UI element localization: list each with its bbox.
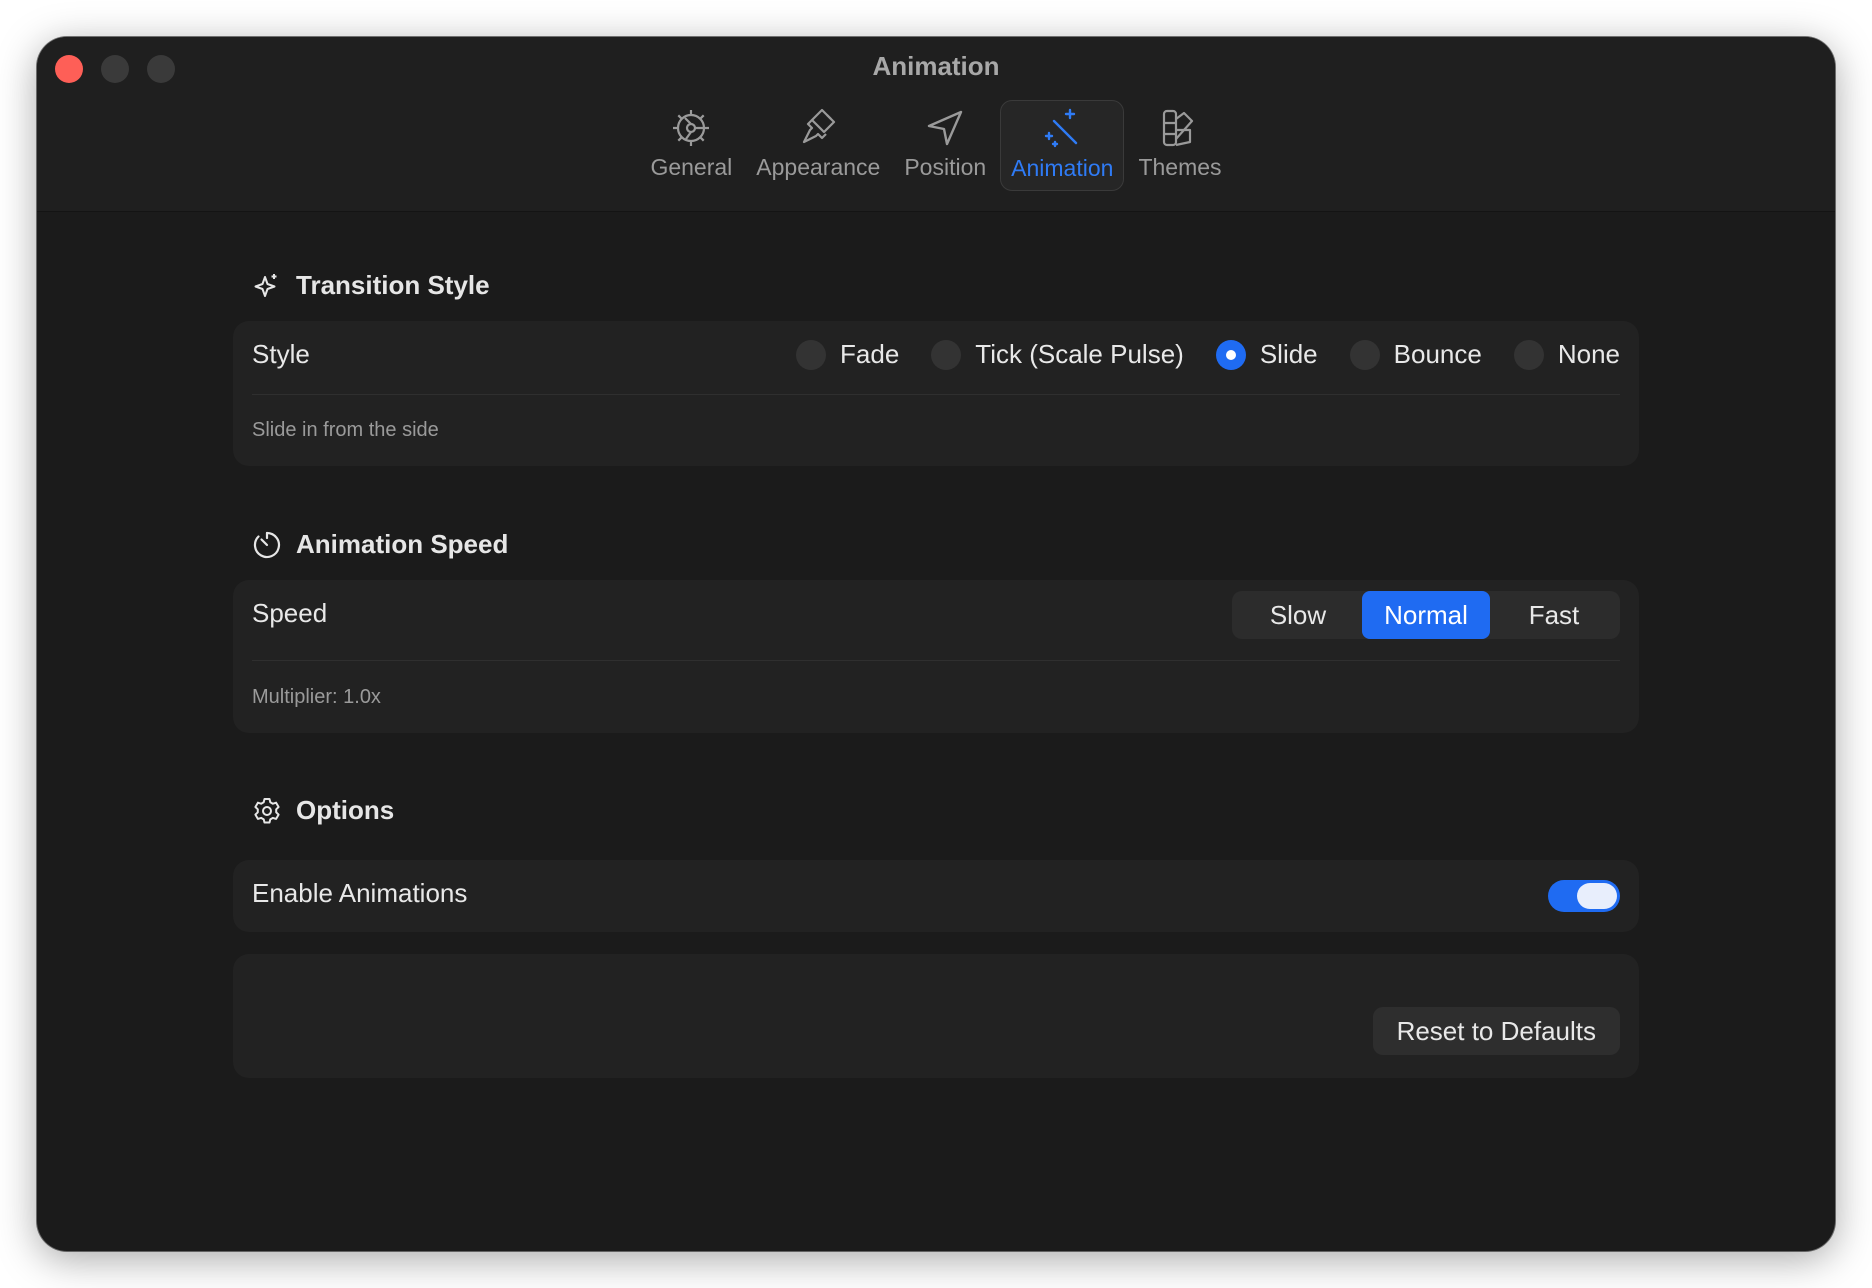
tab-label: Appearance xyxy=(756,154,881,180)
row-divider xyxy=(252,394,1620,395)
tab-themes[interactable]: Themes xyxy=(1128,100,1231,191)
toolbar-tabs: General Appearance Position Animation Th… xyxy=(37,100,1835,191)
speed-multiplier-text: Multiplier: 1.0x xyxy=(252,686,381,708)
toggle-knob xyxy=(1577,883,1617,909)
enable-animations-toggle[interactable] xyxy=(1548,880,1620,912)
speed-fast-segment[interactable]: Fast xyxy=(1490,591,1618,639)
speed-section-header: Animation Speed xyxy=(252,529,508,560)
radio-tick-scale-pulse[interactable]: Tick (Scale Pulse) xyxy=(931,339,1184,370)
speed-label: Speed xyxy=(252,598,328,628)
section-title: Transition Style xyxy=(296,270,490,300)
tab-label: Animation xyxy=(1011,155,1114,181)
row-divider xyxy=(252,660,1620,661)
speed-card: Speed Slow Normal Fast Multiplier: 1.0x xyxy=(233,580,1639,733)
magic-wand-icon xyxy=(1045,108,1078,148)
tab-general[interactable]: General xyxy=(640,100,742,191)
gear-icon xyxy=(673,110,710,146)
location-arrow-icon xyxy=(928,110,963,146)
radio-label: Tick (Scale Pulse) xyxy=(975,339,1184,369)
tab-animation[interactable]: Animation xyxy=(1000,100,1125,191)
swatch-book-icon xyxy=(1162,109,1194,147)
radio-fade[interactable]: Fade xyxy=(796,339,899,370)
tab-appearance[interactable]: Appearance xyxy=(746,100,890,191)
settings-window: Animation General Appearance Position An… xyxy=(37,37,1835,1251)
transition-style-radio-group: Fade Tick (Scale Pulse) Slide Bounce Non… xyxy=(796,339,1620,370)
options-section-header: Options xyxy=(252,795,394,826)
gear-icon xyxy=(254,797,280,823)
transition-card: Style Fade Tick (Scale Pulse) Slide Boun… xyxy=(233,321,1639,466)
timer-icon xyxy=(253,531,281,558)
radio-label: Fade xyxy=(840,339,900,369)
transition-description: Slide in from the side xyxy=(252,419,439,441)
transition-section-header: Transition Style xyxy=(252,270,490,301)
radio-button[interactable] xyxy=(1513,339,1544,370)
radio-button[interactable] xyxy=(796,339,827,370)
radio-label: None xyxy=(1557,339,1620,369)
tab-label: Themes xyxy=(1138,154,1222,180)
tab-label: Position xyxy=(904,154,987,180)
radio-button[interactable] xyxy=(931,339,962,370)
style-label: Style xyxy=(252,339,310,369)
radio-button[interactable] xyxy=(1349,339,1380,370)
radio-slide[interactable]: Slide xyxy=(1215,339,1318,370)
paintbrush-icon xyxy=(803,108,836,144)
radio-label: Bounce xyxy=(1393,339,1482,369)
tab-label: General xyxy=(650,154,733,180)
radio-button[interactable] xyxy=(1215,339,1246,370)
radio-bounce[interactable]: Bounce xyxy=(1349,339,1482,370)
options-card: Enable Animations xyxy=(233,860,1639,932)
reset-card: Reset to Defaults xyxy=(233,954,1639,1078)
enable-animations-label: Enable Animations xyxy=(252,878,468,908)
section-title: Options xyxy=(296,795,395,825)
radio-label: Slide xyxy=(1259,339,1318,369)
speed-segmented-control: Slow Normal Fast xyxy=(1232,591,1620,639)
speed-normal-segment[interactable]: Normal xyxy=(1362,591,1490,639)
window-title: Animation xyxy=(872,51,1000,81)
sparkles-icon xyxy=(254,273,277,297)
tab-position[interactable]: Position xyxy=(894,100,996,191)
title-bar: Animation General Appearance Position An… xyxy=(37,37,1835,212)
reset-to-defaults-button[interactable]: Reset to Defaults xyxy=(1372,1007,1620,1055)
section-title: Animation Speed xyxy=(296,529,509,559)
speed-slow-segment[interactable]: Slow xyxy=(1234,591,1362,639)
radio-none[interactable]: None xyxy=(1513,339,1620,370)
settings-content: Transition Style Style Fade Tick (Scale … xyxy=(37,212,1835,1251)
